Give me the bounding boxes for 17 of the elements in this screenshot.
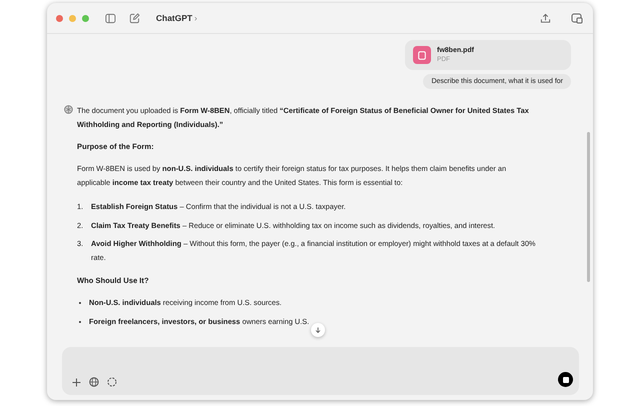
- close-button[interactable]: [56, 14, 63, 22]
- document-icon: [413, 46, 431, 64]
- scroll-down-button[interactable]: [311, 323, 325, 337]
- stop-icon: [562, 376, 568, 382]
- sidebar-icon[interactable]: [105, 12, 116, 24]
- window-title[interactable]: ChatGPT: [156, 13, 192, 23]
- dashed-circle-icon[interactable]: [107, 377, 117, 387]
- share-icon[interactable]: [540, 12, 551, 24]
- plus-icon[interactable]: [72, 378, 81, 387]
- stop-button[interactable]: [558, 372, 573, 387]
- globe-icon[interactable]: [89, 377, 99, 387]
- scrollbar[interactable]: [587, 132, 590, 282]
- assistant-icon: [64, 105, 73, 114]
- edit-icon[interactable]: [129, 12, 140, 24]
- arrow-down-icon: [315, 327, 321, 333]
- new-window-icon[interactable]: [571, 12, 583, 24]
- message-input[interactable]: [62, 347, 579, 395]
